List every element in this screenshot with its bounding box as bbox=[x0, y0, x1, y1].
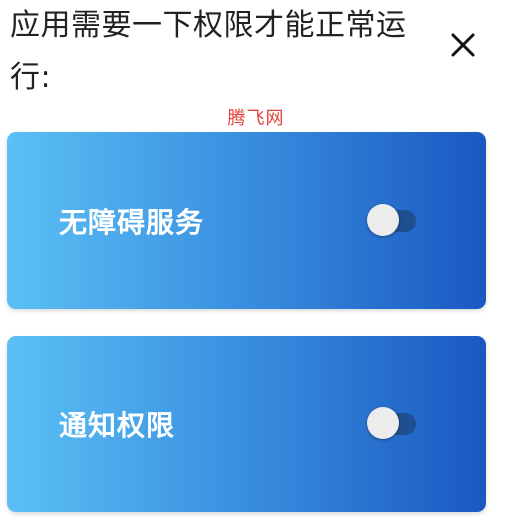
permission-card-accessibility[interactable]: 无障碍服务 bbox=[7, 132, 486, 309]
page-title: 应用需要一下权限才能正常运行: bbox=[10, 8, 407, 95]
permission-label: 无障碍服务 bbox=[59, 205, 205, 239]
permission-dialog: 应用需要一下权限才能正常运行: 腾飞网 无障碍服务 通知权限 bbox=[0, 0, 512, 525]
accessibility-toggle[interactable] bbox=[367, 203, 417, 238]
close-button[interactable] bbox=[446, 28, 480, 62]
close-icon bbox=[451, 33, 475, 57]
watermark-text: 腾飞网 bbox=[227, 108, 285, 129]
permission-card-notification[interactable]: 通知权限 bbox=[7, 336, 486, 512]
permission-label: 通知权限 bbox=[59, 409, 176, 442]
toggle-thumb bbox=[367, 203, 399, 236]
toggle-thumb bbox=[367, 407, 399, 439]
notification-toggle[interactable] bbox=[367, 407, 417, 441]
